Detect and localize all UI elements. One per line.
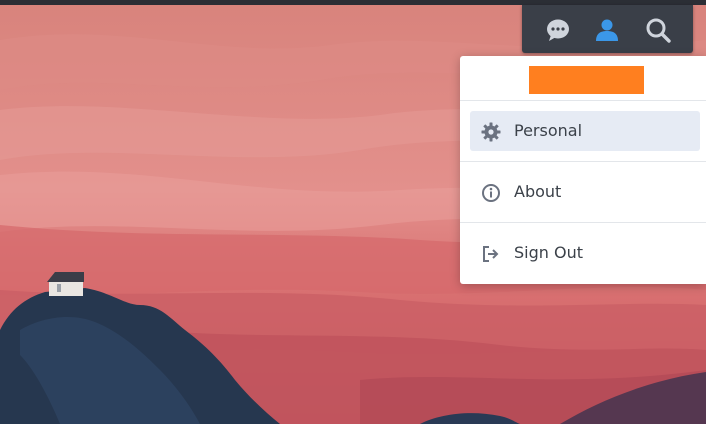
sign-out-icon [481,244,501,264]
user-menu: Personal About Sign Out [460,56,706,284]
menu-divider [460,161,706,162]
menu-divider [460,222,706,223]
user-icon [596,19,618,41]
redacted-username [529,66,644,94]
search-button[interactable] [639,11,677,49]
menu-item-sign-out[interactable]: Sign Out [470,233,700,273]
user-button[interactable] [588,11,626,49]
menu-item-label: Personal [514,121,583,140]
menu-item-label: Sign Out [514,243,583,262]
notifications-button[interactable] [539,11,577,49]
gear-icon [481,122,501,142]
info-icon [481,183,501,203]
menu-item-about[interactable]: About [470,172,700,212]
menu-item-label: About [514,182,562,201]
chat-bubble-icon [547,19,569,41]
menu-item-personal[interactable]: Personal [470,111,700,151]
user-menu-header [460,56,706,101]
search-icon [646,18,671,43]
system-tray [522,5,693,53]
